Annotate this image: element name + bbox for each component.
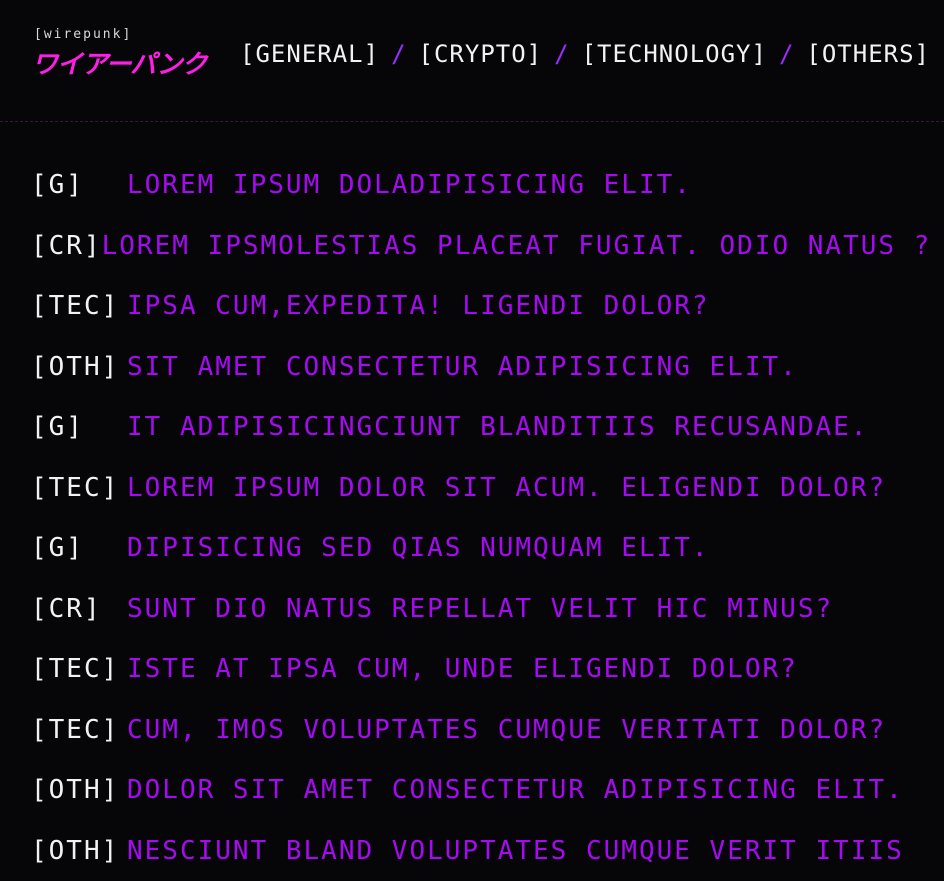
- category-tag: [OTH]: [31, 775, 120, 805]
- list-item: [OTH] DOLOR SIT AMET CONSECTETUR ADIPISI…: [31, 775, 931, 836]
- article-title-link[interactable]: DOLOR SIT AMET CONSECTETUR ADIPISICING E…: [127, 775, 904, 805]
- list-item: [OTH] SIT AMET CONSECTETUR ADIPISICING E…: [31, 352, 931, 413]
- category-tag: [TEC]: [31, 654, 120, 684]
- article-title-link[interactable]: LOREM IPSUM DOLOR SIT ACUM. ELIGENDI DOL…: [127, 473, 886, 503]
- article-title-link[interactable]: LOREM IPSMOLESTIAS PLACEAT FUGIAT. ODIO …: [102, 231, 932, 261]
- list-item: [CR] SUNT DIO NATUS REPELLAT VELIT HIC M…: [31, 594, 931, 655]
- category-tag: [G]: [31, 170, 84, 200]
- category-tag: [CR]: [31, 230, 102, 261]
- article-list: [G] LOREM IPSUM DOLADIPISICING ELIT. [CR…: [31, 170, 931, 881]
- brand-small-label: [wirepunk]: [34, 27, 133, 42]
- category-tag: [TEC]: [31, 714, 120, 745]
- list-item: [G] LOREM IPSUM DOLADIPISICING ELIT.: [31, 170, 931, 231]
- article-title-link[interactable]: IPSA CUM,EXPEDITA! LIGENDI DOLOR?: [127, 291, 710, 321]
- article-title-link[interactable]: DIPISICING SED QIAS NUMQUAM ELIT.: [127, 533, 710, 563]
- article-title-link[interactable]: SUNT DIO NATUS REPELLAT VELIT HIC MINUS?: [127, 594, 833, 624]
- category-tag: [OTH]: [31, 835, 120, 866]
- article-title-link[interactable]: IT ADIPISICINGCIUNT BLANDITIIS RECUSANDA…: [127, 412, 868, 442]
- list-item: [G] IT ADIPISICINGCIUNT BLANDITIIS RECUS…: [31, 412, 931, 473]
- nav-link-general[interactable]: [GENERAL]: [240, 40, 379, 68]
- list-item: [TEC] CUM, IMOS VOLUPTATES CUMQUE VERITA…: [31, 715, 931, 776]
- list-item: [OTH] NESCIUNT BLAND VOLUPTATES CUMQUE V…: [31, 836, 931, 881]
- list-item: [CR] LOREM IPSMOLESTIAS PLACEAT FUGIAT. …: [31, 231, 931, 292]
- category-tag: [OTH]: [31, 351, 120, 382]
- nav-separator: /: [391, 40, 407, 68]
- main-nav: [GENERAL] / [CRYPTO] / [TECHNOLOGY] / [O…: [240, 40, 930, 68]
- category-tag: [TEC]: [31, 472, 120, 503]
- category-tag: [G]: [31, 412, 84, 442]
- article-title-link[interactable]: NESCIUNT BLAND VOLUPTATES CUMQUE VERIT I…: [127, 836, 904, 866]
- list-item: [TEC] LOREM IPSUM DOLOR SIT ACUM. ELIGEN…: [31, 473, 931, 534]
- article-title-link[interactable]: CUM, IMOS VOLUPTATES CUMQUE VERITATI DOL…: [127, 715, 886, 745]
- article-title-link[interactable]: SIT AMET CONSECTETUR ADIPISICING ELIT.: [127, 352, 798, 382]
- nav-link-crypto[interactable]: [CRYPTO]: [419, 40, 543, 68]
- nav-link-others[interactable]: [OTHERS]: [806, 40, 930, 68]
- list-item: [TEC] IPSA CUM,EXPEDITA! LIGENDI DOLOR?: [31, 291, 931, 352]
- list-item: [TEC] ISTE AT IPSA CUM, UNDE ELIGENDI DO…: [31, 654, 931, 715]
- category-tag: [CR]: [31, 593, 102, 624]
- article-title-link[interactable]: ISTE AT IPSA CUM, UNDE ELIGENDI DOLOR?: [127, 654, 798, 684]
- nav-separator: /: [554, 40, 570, 68]
- brand-logo[interactable]: ワイアーパンク: [32, 44, 207, 81]
- nav-separator: /: [778, 40, 795, 68]
- list-item: [G] DIPISICING SED QIAS NUMQUAM ELIT.: [31, 533, 931, 594]
- site-header: [wirepunk] ワイアーパンク [GENERAL] / [CRYPTO] …: [0, 0, 944, 122]
- article-title-link[interactable]: LOREM IPSUM DOLADIPISICING ELIT.: [127, 170, 692, 200]
- category-tag: [TEC]: [31, 291, 120, 321]
- nav-link-technology[interactable]: [TECHNOLOGY]: [582, 40, 767, 68]
- category-tag: [G]: [31, 533, 84, 563]
